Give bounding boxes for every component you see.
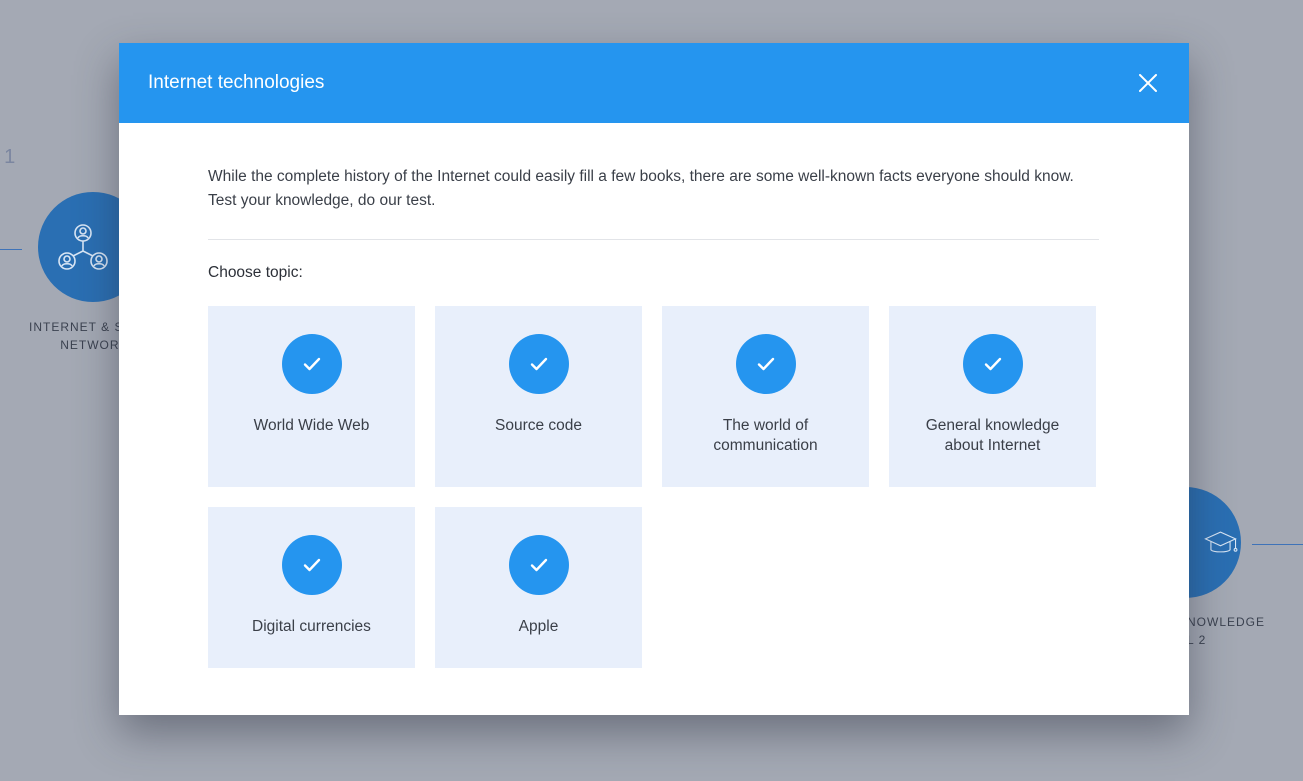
intro-text: While the complete history of the Intern…: [208, 168, 1074, 209]
topic-label: Digital currencies: [252, 618, 371, 635]
topic-card-world-of-communication[interactable]: The world of communication: [662, 306, 869, 487]
people-network-icon: [58, 224, 108, 270]
topic-card-apple[interactable]: Apple: [435, 507, 642, 668]
node-general-knowledge-label: NOWLEDGE L 2: [1187, 615, 1266, 647]
topic-label: World Wide Web: [253, 417, 370, 434]
topic-modal: Internet technologies While the complete…: [119, 43, 1189, 715]
topic-grid: World Wide Web Source code The world of …: [208, 306, 1099, 688]
close-button[interactable]: [1135, 70, 1161, 96]
timeline-line-right: [1252, 544, 1303, 545]
topic-card-source-code[interactable]: Source code: [435, 306, 642, 487]
close-icon: [1139, 74, 1157, 92]
check-icon: [735, 334, 796, 394]
topic-card-digital-currencies[interactable]: Digital currencies: [208, 507, 415, 668]
check-icon: [281, 334, 342, 394]
topic-label: The world of communication: [713, 417, 818, 454]
timeline-line-left: [0, 249, 22, 250]
topic-card-general-knowledge[interactable]: General knowledge about Internet: [889, 306, 1096, 487]
topic-card-world-wide-web[interactable]: World Wide Web: [208, 306, 415, 487]
topic-label: Apple: [518, 618, 559, 635]
modal-header: Internet technologies: [119, 43, 1189, 123]
phase-heading: se 1: [0, 146, 16, 168]
check-icon: [508, 334, 569, 394]
choose-topic-label: Choose topic:: [208, 264, 303, 281]
check-icon: [508, 535, 569, 595]
modal-body: While the complete history of the Intern…: [119, 123, 1189, 688]
topic-label: General knowledge about Internet: [925, 417, 1060, 454]
modal-title: Internet technologies: [148, 72, 325, 93]
check-icon: [281, 535, 342, 595]
graduation-cap-icon: [1204, 530, 1238, 552]
divider: [208, 239, 1099, 240]
check-icon: [962, 334, 1023, 394]
topic-label: Source code: [494, 417, 583, 434]
